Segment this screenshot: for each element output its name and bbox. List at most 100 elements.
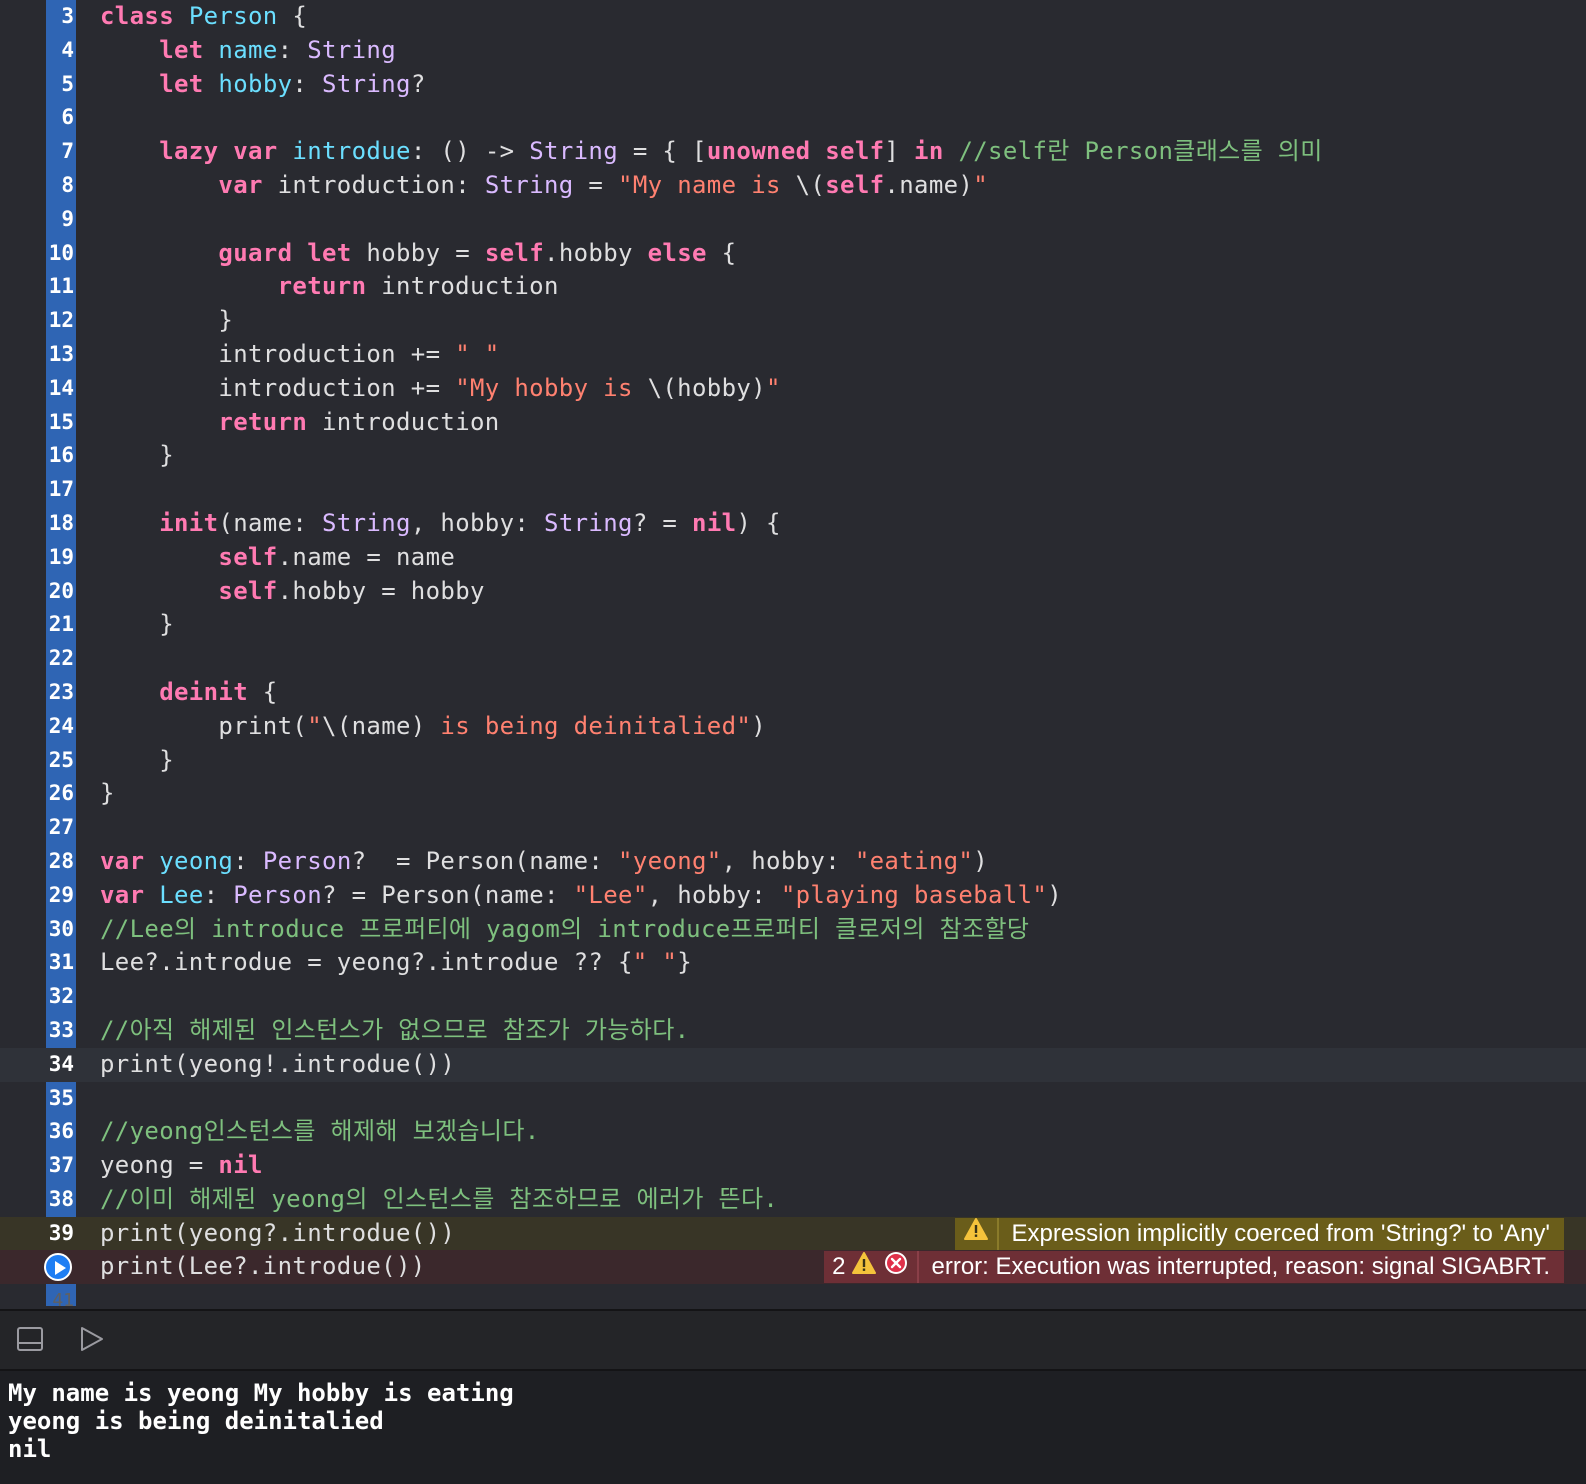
line-number[interactable]: 28 xyxy=(46,845,74,879)
code-text: init(name: String, hobby: String? = nil)… xyxy=(100,507,781,541)
execution-point-icon[interactable] xyxy=(44,1253,72,1282)
line-number[interactable]: 9 xyxy=(46,203,74,237)
string-token: " " xyxy=(455,339,500,368)
line-number[interactable]: 31 xyxy=(46,946,74,980)
code-line[interactable]: 16 } xyxy=(0,439,1586,473)
line-number[interactable]: 14 xyxy=(46,372,74,406)
code-line[interactable]: 17 xyxy=(0,473,1586,507)
line-number[interactable]: 27 xyxy=(46,811,74,845)
line-number[interactable]: 37 xyxy=(46,1149,74,1183)
line-number[interactable]: 25 xyxy=(46,744,74,778)
code-token: ) xyxy=(1047,880,1063,909)
code-line[interactable]: 21 } xyxy=(0,608,1586,642)
toggle-console-icon[interactable] xyxy=(16,1325,44,1357)
line-number[interactable]: 6 xyxy=(46,101,74,135)
code-line[interactable]: 4 let name: String xyxy=(0,34,1586,68)
code-line[interactable]: 18 init(name: String, hobby: String? = n… xyxy=(0,507,1586,541)
code-line[interactable]: 27 xyxy=(0,811,1586,845)
code-line[interactable]: 29 var Lee: Person? = Person(name: "Lee",… xyxy=(0,879,1586,913)
line-number[interactable]: 23 xyxy=(46,676,74,710)
line-number[interactable]: 38 xyxy=(46,1183,74,1217)
code-line[interactable]: 34 print(yeong!.introdue()) xyxy=(0,1047,1586,1082)
line-number[interactable]: 18 xyxy=(46,507,74,541)
code-line[interactable]: 36 //yeong인스턴스를 해제해 보겠습니다. xyxy=(0,1115,1586,1149)
run-icon[interactable] xyxy=(78,1325,106,1357)
code-line[interactable]: 6 xyxy=(0,101,1586,135)
issue-count-badge[interactable]: 2 xyxy=(824,1251,918,1284)
line-number[interactable]: 29 xyxy=(46,879,74,913)
code-line[interactable]: 7 lazy var introdue: () -> String = { [u… xyxy=(0,135,1586,169)
code-line[interactable]: 37 yeong = nil xyxy=(0,1149,1586,1183)
code-line[interactable]: 24 print("\(name) is being deinitalied") xyxy=(0,710,1586,744)
string-token: "My name is xyxy=(618,170,796,199)
code-line[interactable]: 3 class Person { xyxy=(0,0,1586,34)
code-token: print( xyxy=(100,711,308,740)
line-number[interactable]: 3 xyxy=(46,0,74,34)
line-number[interactable]: 7 xyxy=(46,135,74,169)
code-line[interactable]: 22 xyxy=(0,642,1586,676)
code-line[interactable]: 11 return introduction xyxy=(0,270,1586,304)
code-line[interactable]: 39 print(yeong?.introdue()) Expression imp… xyxy=(0,1216,1586,1251)
code-line[interactable]: 26} xyxy=(0,777,1586,811)
line-number[interactable]: 11 xyxy=(46,270,74,304)
line-number[interactable]: 4 xyxy=(46,34,74,68)
line-number[interactable]: 21 xyxy=(46,608,74,642)
line-number[interactable]: 22 xyxy=(46,642,74,676)
code-line[interactable]: 32 xyxy=(0,980,1586,1014)
comment-token: //이미 해제된 yeong의 인스턴스를 참조하므로 에러가 뜬다. xyxy=(100,1184,779,1213)
code-line[interactable]: 10 guard let hobby = self.hobby else { xyxy=(0,237,1586,271)
line-number[interactable]: 16 xyxy=(46,439,74,473)
code-line[interactable]: 19 self.name = name xyxy=(0,541,1586,575)
code-line[interactable]: 5 let hobby: String? xyxy=(0,68,1586,102)
warning-badge[interactable] xyxy=(955,1217,998,1250)
code-text: var introduction: String = "My name is \… xyxy=(100,169,988,203)
type-token: String xyxy=(322,69,411,98)
line-number[interactable]: 8 xyxy=(46,169,74,203)
console-output[interactable]: My name is yeong My hobby is eating yeong… xyxy=(0,1371,1586,1484)
code-line[interactable]: 23 deinit { xyxy=(0,676,1586,710)
code-line[interactable]: print(Lee?.introdue()) 2 error: Execution … xyxy=(0,1250,1586,1285)
line-number[interactable]: 12 xyxy=(46,304,74,338)
line-number[interactable]: 24 xyxy=(46,710,74,744)
code-line[interactable]: 38 //이미 해제된 yeong의 인스턴스를 참조하므로 에러가 뜬다. xyxy=(0,1183,1586,1217)
line-number[interactable]: 5 xyxy=(46,68,74,102)
line-number[interactable]: 32 xyxy=(46,980,74,1014)
warning-annotation[interactable]: Expression implicitly coerced from 'Stri… xyxy=(955,1217,1564,1250)
code-line[interactable]: 33 //아직 해제된 인스턴스가 없으므로 참조가 가능하다. xyxy=(0,1014,1586,1048)
line-number[interactable]: 20 xyxy=(46,575,74,609)
code-line[interactable]: 14 introduction += "My hobby is \(hobby)… xyxy=(0,372,1586,406)
code-token: (name: xyxy=(218,508,323,537)
code-line[interactable]: 35 xyxy=(0,1082,1586,1116)
line-number[interactable]: 13 xyxy=(46,338,74,372)
code-line[interactable]: 30 //Lee의 introduce 프로퍼티에 yagom의 introduc… xyxy=(0,913,1586,947)
code-line[interactable]: 8 var introduction: String = "My name is… xyxy=(0,169,1586,203)
code-line[interactable]: 9 xyxy=(0,203,1586,237)
line-number[interactable]: 34 xyxy=(46,1048,74,1082)
line-number[interactable]: 19 xyxy=(46,541,74,575)
code-line[interactable]: 13 introduction += " " xyxy=(0,338,1586,372)
string-token: is being deinitalied" xyxy=(425,711,752,740)
code-line[interactable]: 12 } xyxy=(0,304,1586,338)
line-number[interactable]: 17 xyxy=(46,473,74,507)
line-number[interactable]: 15 xyxy=(46,406,74,440)
line-number[interactable]: 33 xyxy=(46,1014,74,1048)
error-annotation[interactable]: 2 error: Execution was interrupted, reaso… xyxy=(824,1251,1564,1284)
code-editor[interactable]: 3 class Person {4 let name: String 5 let h… xyxy=(0,0,1586,1328)
code-text: let name: String xyxy=(100,34,396,68)
line-number[interactable]: 10 xyxy=(46,237,74,271)
comment-token: //yeong인스턴스를 해제해 보겠습니다. xyxy=(100,1117,540,1146)
code-line[interactable]: 15 return introduction xyxy=(0,406,1586,440)
string-token: "eating" xyxy=(854,846,974,875)
code-line[interactable]: 28 var yeong: Person? = Person(name: "yeo… xyxy=(0,845,1586,879)
code-text: introduction += " " xyxy=(100,338,500,372)
code-line[interactable]: 20 self.hobby = hobby xyxy=(0,575,1586,609)
line-number[interactable]: 36 xyxy=(46,1115,74,1149)
line-number[interactable]: 35 xyxy=(46,1082,74,1116)
code-line[interactable]: 25 } xyxy=(0,744,1586,778)
line-number[interactable]: 39 xyxy=(46,1217,74,1251)
code-line[interactable]: 31 Lee?.introdue = yeong?.introdue ?? {" … xyxy=(0,946,1586,980)
line-number[interactable]: 30 xyxy=(46,913,74,947)
line-number[interactable]: 26 xyxy=(46,777,74,811)
keyword-token: class xyxy=(100,2,174,30)
